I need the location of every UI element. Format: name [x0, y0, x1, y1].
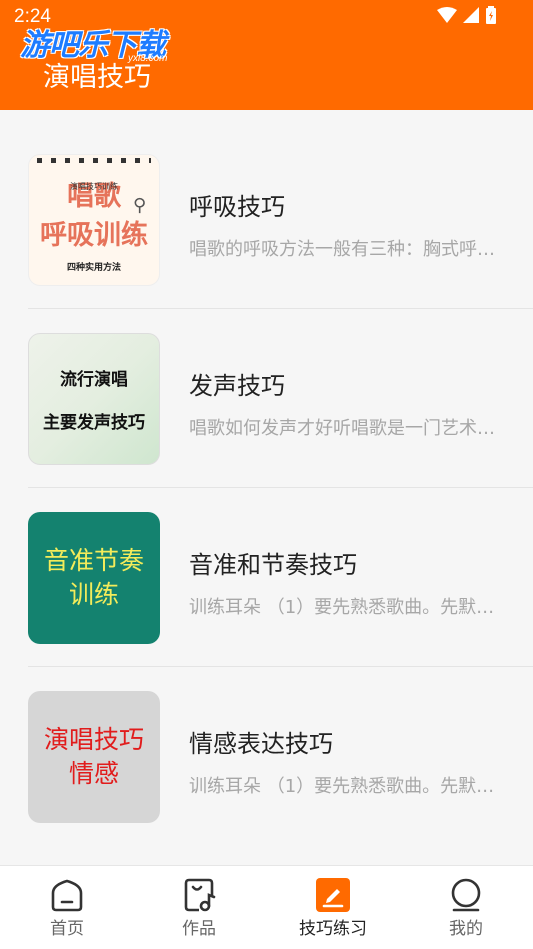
thumbnail: 流行演唱 主要发声技巧 [28, 333, 160, 465]
item-title: 音准和节奏技巧 [189, 551, 357, 579]
list-item[interactable]: 音准节奏 训练 音准和节奏技巧 训练耳朵 （1）要先熟悉歌曲。先默… [0, 488, 533, 667]
thumbnail-caption: 演唱技巧训练 [70, 182, 118, 191]
tab-label: 作品 [182, 919, 216, 939]
battery-icon [486, 6, 496, 24]
item-title: 发声技巧 [189, 372, 285, 400]
technique-list: 演唱技巧训练 唱歌 呼吸训练 四种实用方法 ⚲ 呼吸技巧 唱歌的呼吸方法一般有三… [0, 130, 533, 846]
tab-label: 我的 [449, 919, 483, 939]
thumbnail-line1: 音准节奏 [43, 546, 144, 575]
home-icon [51, 879, 83, 912]
thumbnail-line1: 唱歌 [67, 180, 121, 212]
thumbnail-line1: 演唱技巧 [43, 725, 144, 754]
signal-icon [463, 7, 479, 23]
item-title: 呼吸技巧 [189, 193, 285, 221]
item-title: 情感表达技巧 [189, 730, 333, 758]
music-note-icon [184, 878, 216, 912]
user-icon [451, 878, 481, 912]
bottom-tab-bar: 首页 作品 技巧练习 我的 [0, 865, 533, 949]
item-description: 唱歌如何发声才好听唱歌是一门艺术… [189, 418, 495, 439]
tab-home[interactable]: 首页 [22, 866, 112, 949]
item-description: 训练耳朵 （1）要先熟悉歌曲。先默… [189, 597, 495, 618]
thumbnail-line2: 主要发声技巧 [43, 413, 145, 433]
wifi-icon [437, 7, 457, 23]
thumbnail: 演唱技巧训练 唱歌 呼吸训练 四种实用方法 ⚲ [28, 154, 160, 286]
thumbnail-line2: 情感 [68, 759, 119, 788]
thumbnail-line1: 流行演唱 [60, 370, 128, 390]
thumbnail-line2: 训练 [68, 580, 119, 609]
edit-icon [316, 878, 350, 912]
tab-label: 首页 [50, 919, 84, 939]
status-icons [437, 6, 497, 24]
list-item[interactable]: 流行演唱 主要发声技巧 发声技巧 唱歌如何发声才好听唱歌是一门艺术… [0, 309, 533, 488]
thumbnail: 演唱技巧 情感 [28, 691, 160, 823]
list-item[interactable]: 演唱技巧训练 唱歌 呼吸训练 四种实用方法 ⚲ 呼吸技巧 唱歌的呼吸方法一般有三… [0, 130, 533, 309]
tab-label: 技巧练习 [299, 919, 367, 939]
page-title: 演唱技巧 [43, 62, 151, 93]
tab-skills[interactable]: 技巧练习 [288, 866, 378, 949]
magnifier-icon: ⚲ [133, 195, 147, 216]
item-description: 唱歌的呼吸方法一般有三种：胸式呼… [189, 239, 495, 260]
thumbnail: 音准节奏 训练 [28, 512, 160, 644]
thumbnail-footer: 四种实用方法 [66, 262, 121, 273]
tab-mine[interactable]: 我的 [421, 866, 511, 949]
tab-works[interactable]: 作品 [154, 866, 244, 949]
list-item[interactable]: 演唱技巧 情感 情感表达技巧 训练耳朵 （1）要先熟悉歌曲。先默… [0, 667, 533, 846]
item-description: 训练耳朵 （1）要先熟悉歌曲。先默… [189, 776, 495, 797]
thumbnail-line2: 呼吸训练 [40, 219, 148, 251]
binding-dots [37, 158, 151, 163]
app-header: 2:24 游吧乐下载 yxl8.com 演唱技巧 [0, 0, 533, 110]
